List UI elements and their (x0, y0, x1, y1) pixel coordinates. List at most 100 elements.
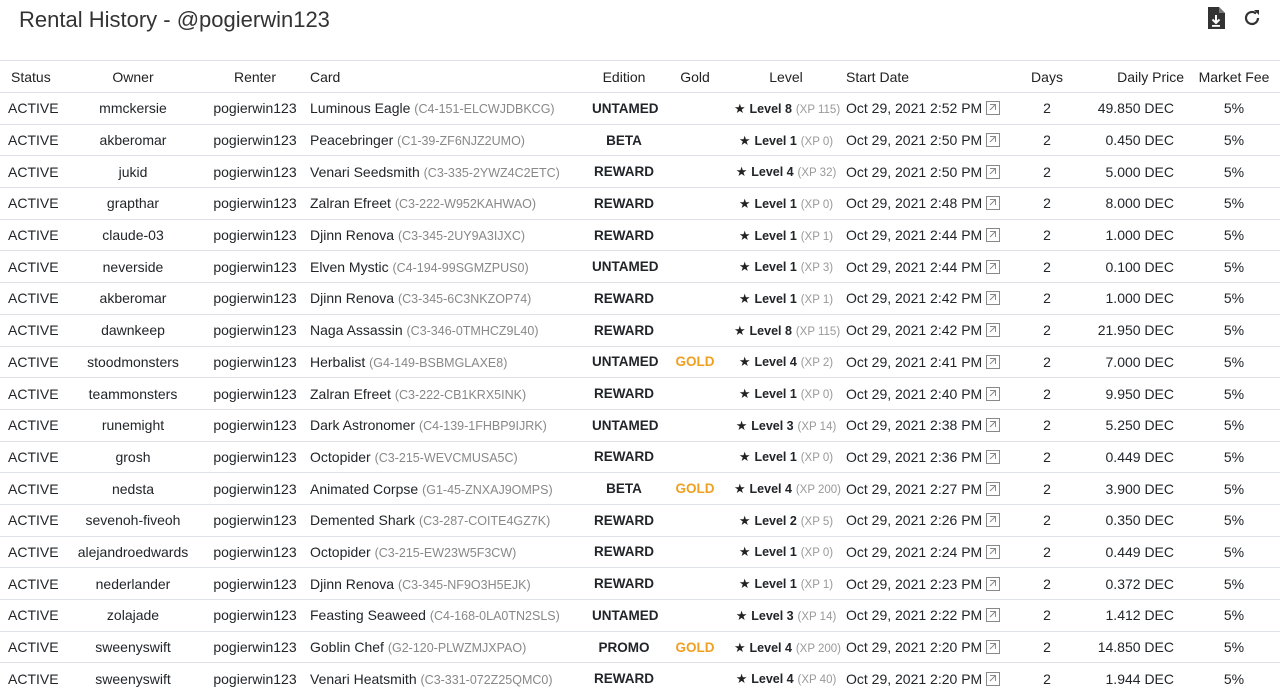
card-cell[interactable]: Djinn Renova (C3-345-NF9O3H5EJK) (306, 567, 588, 600)
card-uid: (C4-194-99SGMZPUS0) (392, 260, 529, 275)
owner-cell[interactable]: sweenyswift (62, 662, 204, 692)
card-cell[interactable]: Venari Heatsmith (C3-331-072Z25QMC0) (306, 662, 588, 692)
external-link-icon[interactable] (986, 228, 1001, 243)
edition-cell: REWARD (588, 536, 660, 569)
renter-cell[interactable]: pogierwin123 (204, 219, 306, 252)
header-edition[interactable]: Edition (588, 60, 660, 93)
header-start-date[interactable]: Start Date (842, 60, 1022, 93)
owner-cell[interactable]: grapthar (62, 187, 204, 220)
header-gold[interactable]: Gold (660, 60, 730, 93)
external-link-icon[interactable] (986, 323, 1001, 338)
owner-cell[interactable]: dawnkeep (62, 314, 204, 347)
edition-cell: REWARD (588, 282, 660, 315)
external-link-icon[interactable] (986, 418, 1001, 433)
external-link-icon[interactable] (986, 671, 1001, 686)
card-cell[interactable]: Animated Corpse (G1-45-ZNXAJ9OMPS) (306, 472, 588, 505)
renter-cell[interactable]: pogierwin123 (204, 282, 306, 315)
start-date-value: Oct 29, 2021 2:24 PM (846, 543, 983, 560)
renter-cell[interactable]: pogierwin123 (204, 472, 306, 505)
external-link-icon[interactable] (986, 101, 1001, 116)
external-link-icon[interactable] (986, 133, 1001, 148)
external-link-icon[interactable] (986, 259, 1001, 274)
renter-cell[interactable]: pogierwin123 (204, 155, 306, 189)
card-cell[interactable]: Goblin Chef (G2-120-PLWZMJXPAO) (306, 631, 588, 664)
renter-cell[interactable]: pogierwin123 (204, 314, 306, 347)
header-days[interactable]: Days (1022, 60, 1072, 93)
owner-cell[interactable]: sevenoh-fiveoh (62, 504, 204, 537)
renter-cell[interactable]: pogierwin123 (204, 631, 306, 664)
renter-cell[interactable]: pogierwin123 (204, 250, 306, 284)
header-market-fee[interactable]: Market Fee (1188, 60, 1280, 93)
card-cell[interactable]: Djinn Renova (C3-345-2UY9A3IJXC) (306, 219, 588, 252)
external-link-icon[interactable] (986, 481, 1001, 496)
external-link-icon[interactable] (986, 449, 1001, 464)
header-renter[interactable]: Renter (204, 60, 306, 93)
owner-cell[interactable]: sweenyswift (62, 631, 204, 664)
external-link-icon[interactable] (986, 576, 1001, 591)
owner-cell[interactable]: nedsta (62, 472, 204, 505)
owner-cell[interactable]: nederlander (62, 567, 204, 600)
card-cell[interactable]: Dark Astronomer (C4-139-1FHBP9IJRK) (306, 409, 588, 442)
renter-cell[interactable]: pogierwin123 (204, 567, 306, 600)
card-cell[interactable]: Feasting Seaweed (C4-168-0LA0TN2SLS) (306, 599, 588, 632)
download-file-icon[interactable] (1204, 6, 1228, 30)
table-row: ACTIVE sevenoh-fiveoh pogierwin123 Demen… (0, 504, 1280, 537)
card-cell[interactable]: Peacebringer (C1-39-ZF6NJZ2UMO) (306, 124, 588, 157)
renter-cell[interactable]: pogierwin123 (204, 536, 306, 569)
card-cell[interactable]: Zalran Efreet (C3-222-W952KAHWAO) (306, 187, 588, 220)
card-cell[interactable]: Zalran Efreet (C3-222-CB1KRX5INK) (306, 377, 588, 410)
card-cell[interactable]: Octopider (C3-215-WEVCMUSA5C) (306, 441, 588, 474)
owner-cell[interactable]: neverside (62, 250, 204, 284)
table-row: ACTIVE nedsta pogierwin123 Animated Corp… (0, 472, 1280, 505)
card-cell[interactable]: Djinn Renova (C3-345-6C3NKZOP74) (306, 282, 588, 315)
edition-cell: REWARD (588, 314, 660, 347)
external-link-icon[interactable] (986, 640, 1001, 655)
owner-cell[interactable]: alejandroedwards (62, 536, 204, 569)
owner-cell[interactable]: grosh (62, 441, 204, 474)
external-link-icon[interactable] (986, 544, 1001, 559)
header-daily-price[interactable]: Daily Price (1072, 60, 1188, 93)
renter-cell[interactable]: pogierwin123 (204, 346, 306, 379)
renter-cell[interactable]: pogierwin123 (204, 187, 306, 220)
card-cell[interactable]: Elven Mystic (C4-194-99SGMZPUS0) (306, 250, 588, 284)
renter-cell[interactable]: pogierwin123 (204, 409, 306, 442)
owner-cell[interactable]: zolajade (62, 599, 204, 632)
card-cell[interactable]: Naga Assassin (C3-346-0TMHCZ9L40) (306, 314, 588, 347)
table-row: ACTIVE stoodmonsters pogierwin123 Herbal… (0, 346, 1280, 379)
card-cell[interactable]: Venari Seedsmith (C3-335-2YWZ4C2ETC) (306, 155, 588, 189)
header-card[interactable]: Card (306, 60, 588, 93)
renter-cell[interactable]: pogierwin123 (204, 441, 306, 474)
header-status[interactable]: Status (0, 60, 62, 93)
owner-cell[interactable]: akberomar (62, 124, 204, 157)
status-cell: ACTIVE (0, 441, 62, 474)
header-owner[interactable]: Owner (62, 60, 204, 93)
external-link-icon[interactable] (986, 196, 1001, 211)
renter-cell[interactable]: pogierwin123 (204, 92, 306, 125)
external-link-icon[interactable] (986, 354, 1001, 369)
owner-cell[interactable]: teammonsters (62, 377, 204, 410)
renter-cell[interactable]: pogierwin123 (204, 377, 306, 410)
owner-cell[interactable]: mmckersie (62, 92, 204, 125)
renter-cell[interactable]: pogierwin123 (204, 124, 306, 157)
owner-cell[interactable]: akberomar (62, 282, 204, 315)
external-link-icon[interactable] (986, 513, 1001, 528)
card-cell[interactable]: Octopider (C3-215-EW23W5F3CW) (306, 536, 588, 569)
owner-cell[interactable]: stoodmonsters (62, 346, 204, 379)
renter-cell[interactable]: pogierwin123 (204, 662, 306, 692)
renter-cell[interactable]: pogierwin123 (204, 599, 306, 632)
status-cell: ACTIVE (0, 377, 62, 410)
owner-cell[interactable]: runemight (62, 409, 204, 442)
external-link-icon[interactable] (986, 291, 1001, 306)
card-cell[interactable]: Herbalist (G4-149-BSBMGLAXE8) (306, 346, 588, 379)
external-link-icon[interactable] (986, 608, 1001, 623)
renter-cell[interactable]: pogierwin123 (204, 504, 306, 537)
owner-cell[interactable]: claude-03 (62, 219, 204, 252)
refresh-icon[interactable] (1240, 6, 1264, 30)
card-cell[interactable]: Luminous Eagle (C4-151-ELCWJDBKCG) (306, 92, 588, 125)
owner-cell[interactable]: jukid (62, 155, 204, 189)
external-link-icon[interactable] (986, 164, 1001, 179)
external-link-icon[interactable] (986, 386, 1001, 401)
card-cell[interactable]: Demented Shark (C3-287-COITE4GZ7K) (306, 504, 588, 537)
edition-cell: UNTAMED (588, 92, 660, 125)
header-level[interactable]: Level (730, 60, 842, 93)
